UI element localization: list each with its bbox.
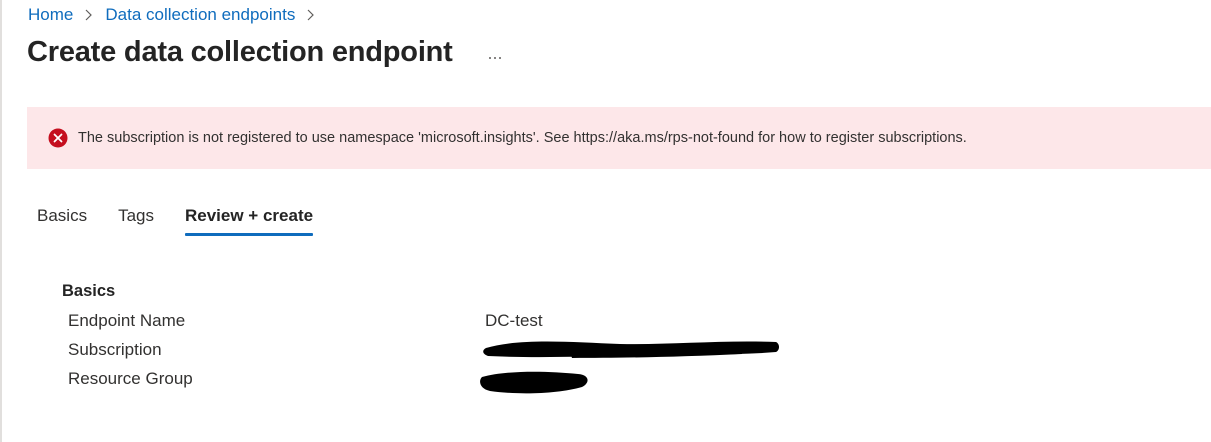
summary-row-endpoint-name: Endpoint Name DC-test [68, 311, 868, 335]
chevron-right-icon [307, 9, 315, 21]
summary-label: Subscription [68, 340, 162, 359]
more-actions-button[interactable] [485, 44, 507, 66]
breadcrumb-home-link[interactable]: Home [28, 5, 73, 25]
summary-label: Endpoint Name [68, 311, 186, 330]
tab-review-create[interactable]: Review + create [185, 206, 314, 236]
redaction-mark-subscription [483, 341, 779, 358]
summary-label: Resource Group [68, 369, 193, 388]
section-heading-basics: Basics [62, 282, 116, 300]
ellipsis-icon [489, 57, 501, 59]
summary-value: DC-test [485, 311, 543, 330]
wizard-tabs: Basics Tags Review + create [37, 206, 344, 236]
left-border [0, 0, 2, 442]
tab-basics[interactable]: Basics [37, 206, 87, 234]
breadcrumb: Home Data collection endpoints [28, 5, 327, 25]
tab-tags[interactable]: Tags [118, 206, 154, 234]
error-banner: The subscription is not registered to us… [27, 107, 1211, 169]
page-title: Create data collection endpoint [27, 36, 453, 68]
redaction-mark-resource-group [480, 371, 588, 394]
summary-row-resource-group: Resource Group [68, 369, 868, 393]
error-circle-icon [48, 128, 68, 148]
error-message: The subscription is not registered to us… [78, 130, 967, 146]
breadcrumb-data-collection-endpoints-link[interactable]: Data collection endpoints [105, 5, 295, 25]
chevron-right-icon [85, 9, 93, 21]
